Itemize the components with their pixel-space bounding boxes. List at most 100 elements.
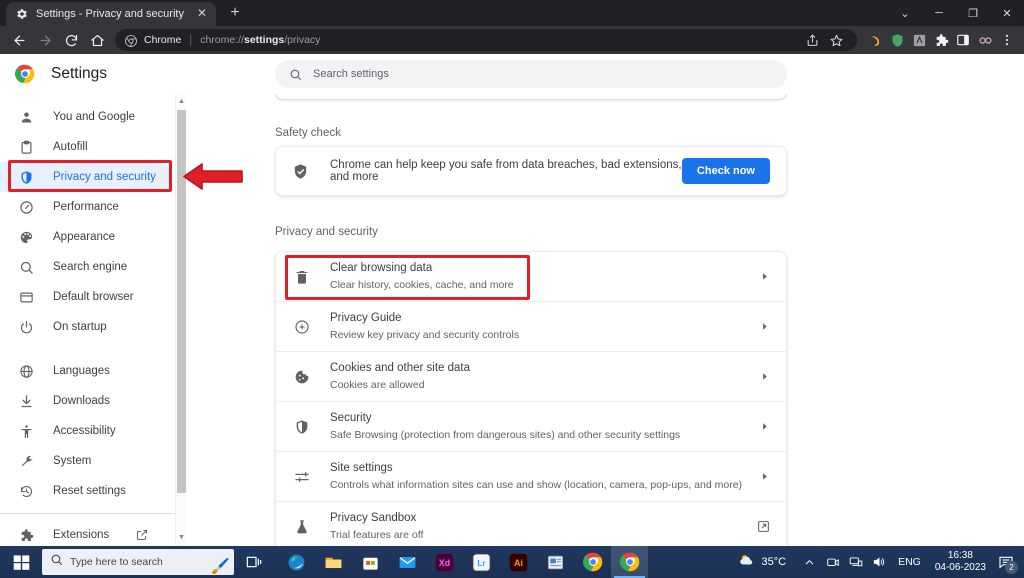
taskbar-app-microsoft-store[interactable]	[352, 546, 389, 578]
task-view-icon[interactable]	[234, 554, 274, 570]
search-input[interactable]	[313, 68, 773, 80]
taskbar-app-google-chrome-active[interactable]	[611, 546, 648, 578]
sidebar-item-privacy-and-security[interactable]: Privacy and security	[0, 162, 172, 192]
taskbar-app-news[interactable]	[537, 546, 574, 578]
sidebar-item-label: Appearance	[53, 231, 116, 243]
windows-start-icon[interactable]	[0, 546, 42, 578]
search-settings-box[interactable]	[275, 60, 787, 88]
tray-language[interactable]: ENG	[898, 556, 921, 568]
maximize-button[interactable]: ❐	[956, 0, 990, 26]
privacy-row-site-settings[interactable]: Site settings Controls what information …	[276, 451, 786, 501]
volume-icon[interactable]	[867, 546, 890, 578]
privacy-row-privacy-sandbox[interactable]: Privacy Sandbox Trial features are off	[276, 501, 786, 546]
privacy-row-cookies[interactable]: Cookies and other site data Cookies are …	[276, 351, 786, 401]
privacy-row-title: Site settings	[330, 462, 393, 474]
sidebar-item-label: Performance	[53, 201, 119, 213]
tab-search-chevron-icon[interactable]: ⌄	[888, 0, 922, 26]
chevron-right-icon[interactable]	[759, 271, 770, 282]
close-window-button[interactable]: ✕	[990, 0, 1024, 26]
chevron-right-icon[interactable]	[759, 371, 770, 382]
check-now-button[interactable]: Check now	[681, 158, 770, 184]
sidebar-item-autofill[interactable]: Autofill	[0, 132, 172, 162]
back-arrow-icon[interactable]	[6, 28, 32, 52]
chevron-right-icon[interactable]	[759, 321, 770, 332]
sidebar-item-reset-settings[interactable]: Reset settings	[0, 476, 172, 506]
address-bar[interactable]: Chrome | chrome://settings/privacy	[115, 29, 857, 51]
privacy-row-body: Privacy Sandbox Trial features are off	[330, 510, 745, 543]
taskbar-app-microsoft-edge[interactable]	[278, 546, 315, 578]
omnibox-divider: |	[189, 34, 193, 46]
settings-content: Safety check Chrome can help keep you sa…	[186, 94, 1024, 546]
external-link-icon[interactable]	[136, 529, 148, 541]
extension-infinity-icon[interactable]	[974, 29, 996, 51]
chevron-right-icon[interactable]	[759, 471, 770, 482]
sidebar-scrollbar-thumb[interactable]	[177, 110, 186, 493]
sidebar-item-on-startup[interactable]: On startup	[0, 312, 172, 342]
browser-window-icon	[18, 290, 35, 305]
privacy-row-title: Clear browsing data	[330, 262, 433, 274]
sidebar-scrollbar[interactable]: ▲ ▼	[175, 94, 186, 546]
tray-temperature: 35°C	[761, 556, 787, 568]
tray-date: 04-06-2023	[934, 562, 986, 573]
external-link-icon[interactable]	[757, 520, 770, 533]
trash-icon	[292, 269, 312, 285]
side-panel-icon[interactable]	[952, 29, 974, 51]
taskbar-app-google-chrome[interactable]	[574, 546, 611, 578]
extension-brave-shield-icon[interactable]	[886, 29, 908, 51]
sidebar-item-label: System	[53, 455, 92, 467]
camera-icon[interactable]	[821, 546, 844, 578]
sidebar-item-default-browser[interactable]: Default browser	[0, 282, 172, 312]
sidebar-item-you-and-google[interactable]: You and Google	[0, 102, 172, 132]
taskbar-app-mail[interactable]	[389, 546, 426, 578]
sidebar-item-performance[interactable]: Performance	[0, 192, 172, 222]
sidebar-item-system[interactable]: System	[0, 446, 172, 476]
taskbar-app-adobe-lightroom[interactable]: Lr	[463, 546, 500, 578]
gauge-icon	[18, 200, 35, 215]
caret-down-icon[interactable]: ▼	[176, 531, 186, 545]
taskbar-app-file-explorer[interactable]	[315, 546, 352, 578]
sidebar-item-accessibility[interactable]: Accessibility	[0, 416, 172, 446]
network-icon[interactable]	[844, 546, 867, 578]
shield-icon	[292, 419, 312, 435]
reload-icon[interactable]	[58, 28, 84, 52]
download-icon	[18, 394, 35, 409]
wrench-icon	[18, 454, 35, 469]
privacy-row-security[interactable]: Security Safe Browsing (protection from …	[276, 401, 786, 451]
shield-icon	[18, 170, 35, 185]
new-tab-button[interactable]: +	[222, 2, 248, 26]
extension-honey-icon[interactable]	[864, 29, 886, 51]
share-icon[interactable]	[801, 29, 823, 51]
window-controls: ⌄ ─ ❐ ✕	[888, 0, 1024, 26]
sidebar-item-downloads[interactable]: Downloads	[0, 386, 172, 416]
forward-arrow-icon[interactable]	[32, 28, 58, 52]
extension-grammarly-icon[interactable]	[908, 29, 930, 51]
taskbar-app-adobe-xd[interactable]: Xd	[426, 546, 463, 578]
taskbar-search-placeholder: Type here to search	[70, 556, 163, 568]
taskbar-search-box[interactable]: Type here to search 🖌️	[42, 549, 234, 575]
caret-up-icon[interactable]: ▲	[176, 95, 186, 109]
tray-clock[interactable]: 16:38 04-06-2023	[935, 550, 986, 574]
chevron-right-icon[interactable]	[759, 421, 770, 432]
sidebar-item-extensions[interactable]: Extensions	[0, 520, 172, 546]
safety-check-card: Chrome can help keep you safe from data …	[275, 146, 787, 196]
chevron-up-icon[interactable]	[798, 546, 821, 578]
tray-weather[interactable]: 35°C	[738, 551, 787, 574]
sidebar-item-label: Accessibility	[53, 425, 116, 437]
chrome-menu-icon[interactable]	[996, 29, 1018, 51]
tab-settings-privacy[interactable]: Settings - Privacy and security ✕	[6, 2, 216, 26]
sidebar-item-languages[interactable]: Languages	[0, 356, 172, 386]
sidebar-item-appearance[interactable]: Appearance	[0, 222, 172, 252]
person-icon	[18, 110, 35, 125]
bookmark-star-icon[interactable]	[825, 29, 847, 51]
notification-icon[interactable]: 2	[992, 546, 1020, 578]
close-icon[interactable]: ✕	[194, 6, 210, 22]
privacy-row-privacy-guide[interactable]: Privacy Guide Review key privacy and sec…	[276, 301, 786, 351]
extensions-puzzle-icon[interactable]	[930, 29, 952, 51]
sidebar-item-search-engine[interactable]: Search engine	[0, 252, 172, 282]
partly-cloudy-icon	[738, 551, 756, 574]
taskbar-app-adobe-illustrator[interactable]: Ai	[500, 546, 537, 578]
home-icon[interactable]	[84, 28, 110, 52]
search-icon	[289, 68, 302, 81]
privacy-row-clear-browsing-data[interactable]: Clear browsing data Clear history, cooki…	[276, 252, 786, 301]
minimize-button[interactable]: ─	[922, 0, 956, 26]
